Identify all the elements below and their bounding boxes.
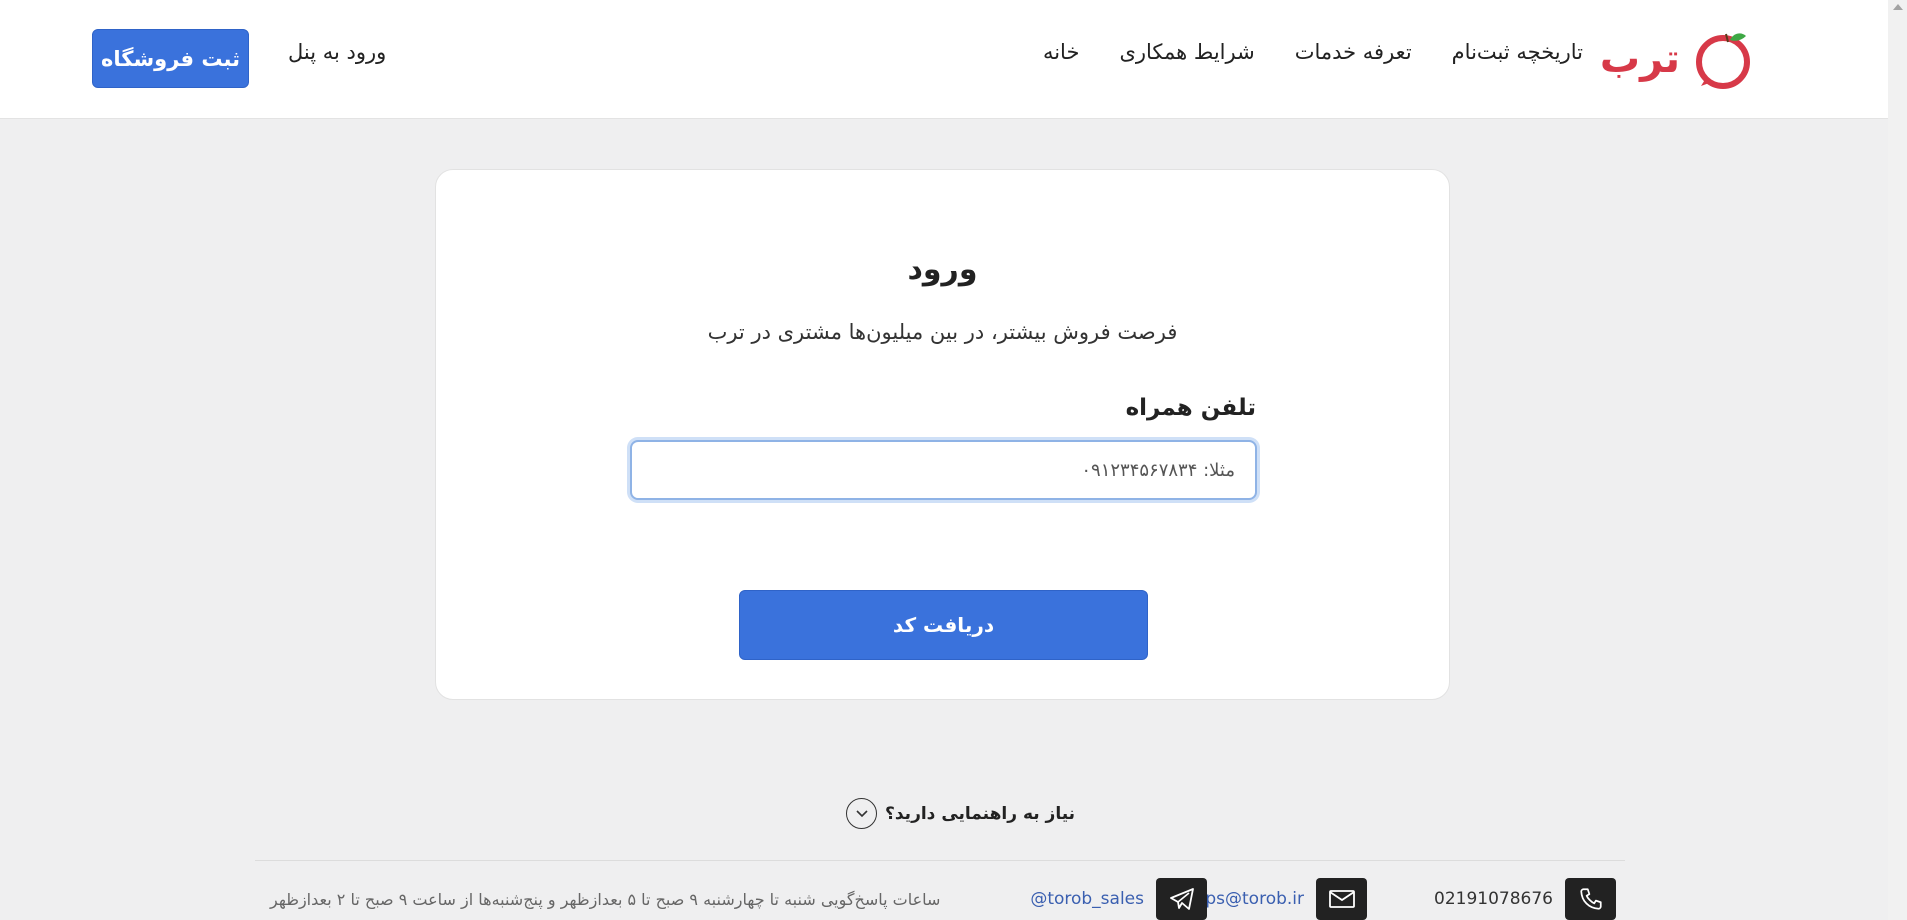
- nav-item-registration-history[interactable]: تاریخچه ثبت‌نام: [1452, 40, 1583, 64]
- mail-icon: [1316, 878, 1367, 920]
- header: ترب خانه شرایط همکاری تعرفه خدمات تاریخچ…: [0, 0, 1888, 119]
- panel-login-link[interactable]: ورود به پنل: [288, 40, 386, 64]
- help-toggle[interactable]: نیاز به راهنمایی دارید؟: [846, 798, 1075, 829]
- scroll-up-icon[interactable]: [1893, 4, 1903, 10]
- nav-item-terms[interactable]: شرایط همکاری: [1119, 40, 1254, 64]
- logo[interactable]: ترب: [1600, 26, 1754, 92]
- telegram-icon: [1156, 878, 1207, 920]
- scrollbar[interactable]: [1888, 0, 1907, 920]
- login-title: ورود: [907, 252, 978, 287]
- page: ترب خانه شرایط همکاری تعرفه خدمات تاریخچ…: [0, 0, 1888, 920]
- telegram-handle: @torob_sales: [1030, 889, 1144, 909]
- register-shop-button[interactable]: ثبت فروشگاه: [92, 29, 249, 88]
- logo-text: ترب: [1599, 36, 1680, 82]
- telegram-contact[interactable]: @torob_sales: [1030, 878, 1207, 920]
- footer-divider: [255, 860, 1625, 861]
- phone-number: 02191078676: [1434, 889, 1553, 909]
- phone-input[interactable]: [630, 440, 1257, 500]
- nav-item-pricing[interactable]: تعرفه خدمات: [1295, 40, 1412, 64]
- phone-icon: [1565, 878, 1616, 920]
- get-code-button[interactable]: دریافت کد: [739, 590, 1148, 660]
- support-hours: ساعات پاسخ‌گویی شنبه تا چهارشنبه ۹ صبح ت…: [270, 890, 941, 909]
- phone-field-label: تلفن همراه: [1125, 395, 1256, 421]
- footer: 02191078676 shops@torob.ir @torob_sales …: [0, 878, 1888, 920]
- login-subtitle: فرصت فروش بیشتر، در بین میلیون‌ها مشتری …: [707, 320, 1178, 344]
- nav-item-home[interactable]: خانه: [1043, 40, 1079, 64]
- torob-logo-icon: [1692, 28, 1754, 90]
- main-nav: خانه شرایط همکاری تعرفه خدمات تاریخچه ثب…: [1043, 40, 1583, 64]
- phone-contact[interactable]: 02191078676: [1434, 878, 1616, 920]
- help-label: نیاز به راهنمایی دارید؟: [885, 803, 1076, 824]
- login-card: ورود فرصت فروش بیشتر، در بین میلیون‌ها م…: [435, 169, 1450, 700]
- chevron-down-icon: [846, 798, 877, 829]
